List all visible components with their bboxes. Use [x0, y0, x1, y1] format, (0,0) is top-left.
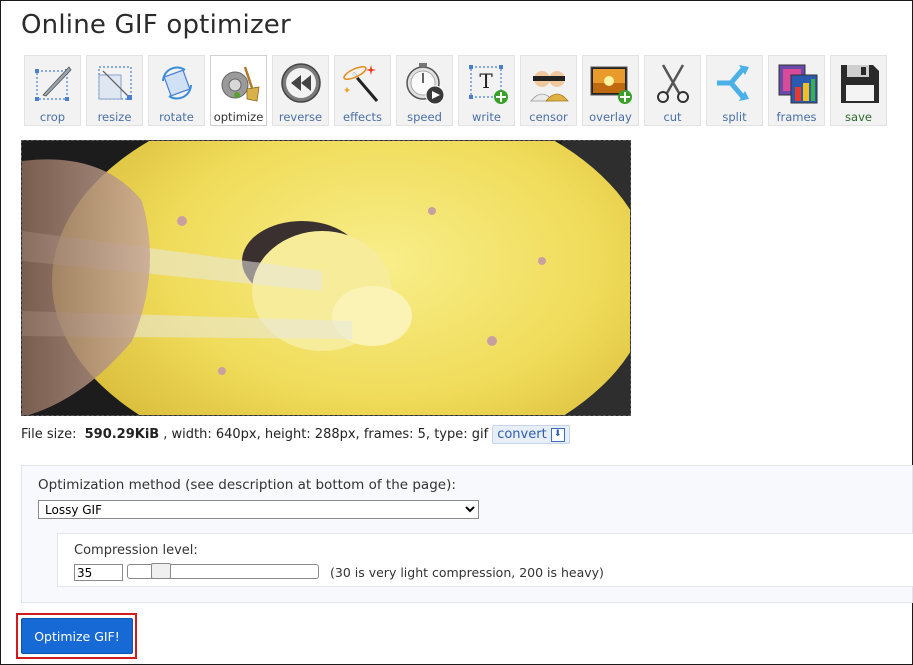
download-arrow-icon: ⬇: [550, 427, 565, 442]
tool-label: reverse: [278, 110, 323, 124]
tool-rotate[interactable]: rotate: [148, 55, 205, 126]
optimization-method-select[interactable]: Lossy GIF: [38, 500, 479, 519]
optimize-gif-button[interactable]: Optimize GIF!: [21, 618, 133, 654]
tool-label: resize: [97, 110, 132, 124]
censor-icon: [530, 71, 569, 102]
tool-effects[interactable]: effects: [334, 55, 391, 126]
tool-optimize[interactable]: optimize: [210, 55, 267, 126]
file-info-details: , width: 640px, height: 288px, frames: 5…: [163, 427, 489, 442]
overlay-icon: [590, 66, 632, 104]
tool-label: optimize: [213, 110, 264, 124]
tool-label: split: [722, 110, 747, 124]
file-size: 590.29KiB: [84, 427, 160, 442]
compression-level-input[interactable]: [74, 564, 123, 581]
compression-level-label: Compression level:: [74, 543, 198, 558]
tool-censor[interactable]: censor: [520, 55, 577, 126]
compression-level-slider[interactable]: [127, 563, 319, 579]
gif-preview-image: [21, 140, 631, 416]
tool-write[interactable]: T write: [458, 55, 515, 126]
convert-label: convert: [497, 427, 547, 442]
svg-text:T: T: [479, 69, 493, 93]
compression-panel: Compression level: (30 is very light com…: [57, 533, 913, 587]
resize-icon: [98, 66, 132, 100]
compression-hint: (30 is very light compression, 200 is he…: [330, 565, 604, 580]
tool-label: censor: [529, 110, 568, 124]
effects-wand-icon: [343, 65, 379, 102]
tool-crop[interactable]: crop: [24, 55, 81, 126]
tool-speed[interactable]: speed: [396, 55, 453, 126]
tool-label: crop: [39, 110, 66, 124]
frames-icon: [778, 64, 818, 104]
options-panel: Optimization method (see description at …: [21, 465, 913, 603]
tool-resize[interactable]: resize: [86, 55, 143, 126]
tool-label: save: [845, 110, 872, 124]
tool-label: speed: [407, 110, 442, 124]
preview-graphic: [22, 141, 630, 415]
file-info-prefix: File size:: [21, 427, 81, 442]
slider-thumb[interactable]: [151, 563, 171, 579]
split-icon: [717, 65, 749, 101]
tool-reverse[interactable]: reverse: [272, 55, 329, 126]
file-info: File size: 590.29KiB, width: 640px, heig…: [21, 425, 570, 444]
tool-frames[interactable]: frames: [768, 55, 825, 126]
tool-label: rotate: [159, 110, 194, 124]
tool-label: effects: [343, 110, 382, 124]
reverse-icon: [281, 63, 321, 103]
rotate-icon: [162, 66, 192, 100]
floppy-save-icon: [841, 65, 879, 103]
tool-cut[interactable]: cut: [644, 55, 701, 126]
write-text-icon: T: [469, 65, 508, 104]
tool-label: frames: [776, 110, 817, 124]
tool-label: overlay: [589, 110, 632, 124]
tool-label: cut: [663, 110, 682, 124]
page-title: Online GIF optimizer: [21, 10, 291, 40]
tool-overlay[interactable]: overlay: [582, 55, 639, 126]
convert-button[interactable]: convert ⬇: [492, 425, 570, 444]
speed-stopwatch-icon: [406, 63, 445, 105]
scissors-icon: [657, 64, 689, 103]
tool-save[interactable]: save: [830, 55, 887, 126]
optimization-method-label: Optimization method (see description at …: [38, 477, 456, 493]
tool-split[interactable]: split: [706, 55, 763, 126]
optimize-broom-icon: [221, 66, 260, 102]
toolbar: crop resize rotate optimize reverse effe…: [24, 55, 892, 126]
crop-icon: [35, 66, 72, 101]
tool-label: write: [472, 110, 501, 124]
